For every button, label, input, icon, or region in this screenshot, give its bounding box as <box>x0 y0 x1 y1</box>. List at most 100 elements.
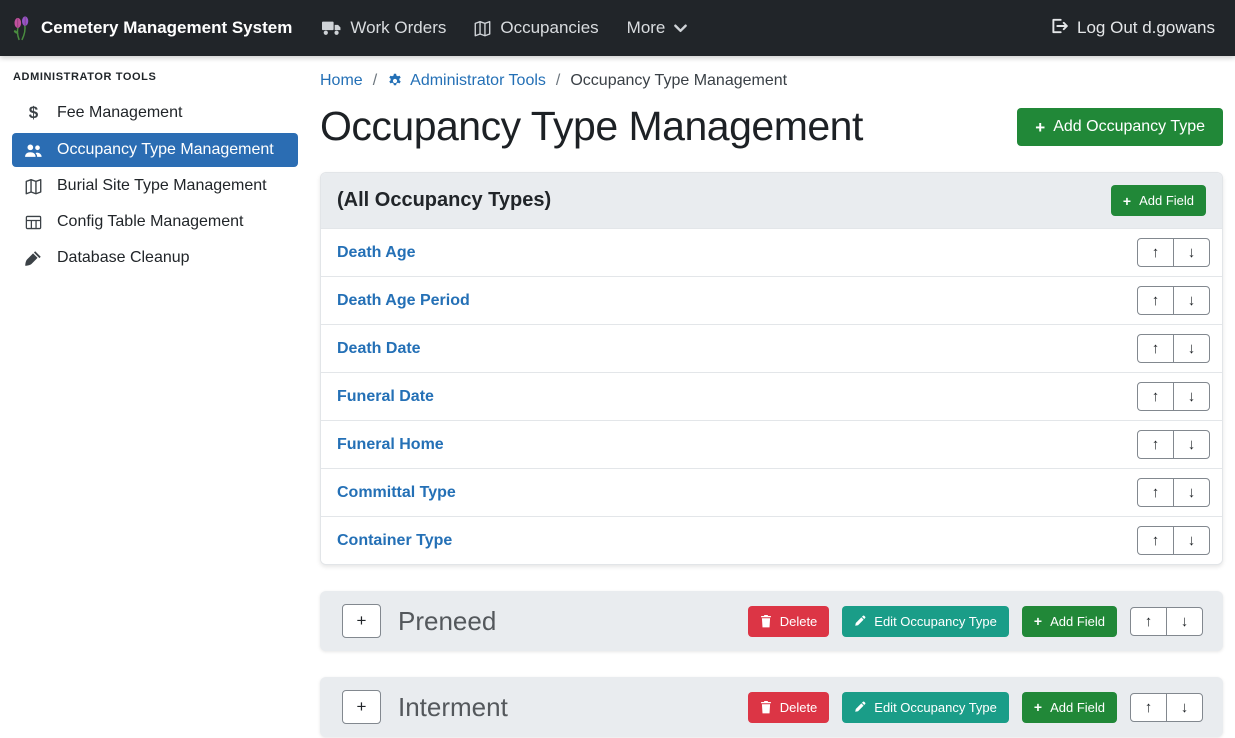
add-field-button[interactable]: + Add Field <box>1111 185 1206 216</box>
broom-icon <box>23 250 44 267</box>
move-up-button[interactable]: ↑ <box>1137 478 1174 507</box>
trash-icon <box>760 701 772 714</box>
edit-occupancy-type-button[interactable]: Edit Occupancy Type <box>842 606 1009 637</box>
sidebar-item-database-cleanup[interactable]: Database Cleanup <box>12 241 298 275</box>
arrow-up-icon: ↑ <box>1145 613 1153 630</box>
field-link-funeral-home[interactable]: Funeral Home <box>337 436 444 454</box>
chevron-down-icon <box>674 24 687 33</box>
page-layout: Administrator Tools $ Fee Management Occ… <box>0 56 1235 738</box>
expand-button[interactable]: + <box>342 604 381 638</box>
move-up-button[interactable]: ↑ <box>1137 526 1174 555</box>
move-up-button[interactable]: ↑ <box>1130 693 1167 722</box>
move-down-button[interactable]: ↓ <box>1173 238 1210 267</box>
map-icon <box>23 178 44 195</box>
reorder-group: ↑ ↓ <box>1137 334 1210 363</box>
all-occupancy-types-header: (All Occupancy Types) + Add Field <box>321 173 1222 228</box>
move-down-button[interactable]: ↓ <box>1173 478 1210 507</box>
nav-occupancies[interactable]: Occupancies <box>460 10 612 46</box>
app-brand[interactable]: Cemetery Management System <box>10 14 292 42</box>
reorder-group: ↑ ↓ <box>1137 286 1210 315</box>
nav-more-label: More <box>627 18 666 38</box>
sidebar-item-config-table-management[interactable]: Config Table Management <box>12 205 298 239</box>
move-down-button[interactable]: ↓ <box>1173 430 1210 459</box>
arrow-down-icon: ↓ <box>1188 484 1196 501</box>
field-row: Funeral Home ↑ ↓ <box>321 420 1222 468</box>
sidebar-item-burial-site-type-management[interactable]: Burial Site Type Management <box>12 169 298 203</box>
move-up-button[interactable]: ↑ <box>1130 607 1167 636</box>
arrow-down-icon: ↓ <box>1181 699 1189 716</box>
sidebar-item-label: Fee Management <box>57 104 182 122</box>
field-link-container-type[interactable]: Container Type <box>337 532 452 550</box>
arrow-up-icon: ↑ <box>1152 244 1160 261</box>
arrow-up-icon: ↑ <box>1152 532 1160 549</box>
panel-actions: Delete Edit Occupancy Type + Add Field <box>748 606 1203 637</box>
logout-link[interactable]: Log Out d.gowans <box>1050 17 1215 40</box>
move-down-button[interactable]: ↓ <box>1173 334 1210 363</box>
plus-icon: + <box>1034 614 1042 628</box>
breadcrumb-current: Occupancy Type Management <box>570 72 787 90</box>
all-occupancy-types-title: (All Occupancy Types) <box>337 189 551 212</box>
sidebar-item-occupancy-type-management[interactable]: Occupancy Type Management <box>12 133 298 167</box>
arrow-down-icon: ↓ <box>1188 532 1196 549</box>
breadcrumb: Home / Administrator Tools / Occupancy T… <box>320 72 1223 90</box>
add-field-button[interactable]: + Add Field <box>1022 692 1117 723</box>
add-field-label: Add Field <box>1139 193 1194 208</box>
arrow-down-icon: ↓ <box>1181 613 1189 630</box>
nav-work-orders[interactable]: Work Orders <box>308 10 460 46</box>
delete-button[interactable]: Delete <box>748 606 830 637</box>
table-icon <box>23 214 44 231</box>
delete-button[interactable]: Delete <box>748 692 830 723</box>
field-link-death-date[interactable]: Death Date <box>337 340 421 358</box>
add-field-button[interactable]: + Add Field <box>1022 606 1117 637</box>
add-occupancy-type-button[interactable]: + Add Occupancy Type <box>1017 108 1223 146</box>
move-up-button[interactable]: ↑ <box>1137 334 1174 363</box>
field-link-committal-type[interactable]: Committal Type <box>337 484 456 502</box>
field-link-death-age-period[interactable]: Death Age Period <box>337 292 470 310</box>
map-icon <box>474 20 491 37</box>
panel-actions: Delete Edit Occupancy Type + Add Field <box>748 692 1203 723</box>
reorder-group: ↑ ↓ <box>1130 607 1203 636</box>
move-down-button[interactable]: ↓ <box>1173 526 1210 555</box>
move-up-button[interactable]: ↑ <box>1137 238 1174 267</box>
expand-button[interactable]: + <box>342 690 381 724</box>
nav-occupancies-label: Occupancies <box>500 18 598 38</box>
panel-title: Preneed <box>398 606 496 637</box>
move-down-button[interactable]: ↓ <box>1166 607 1203 636</box>
sidebar-item-label: Occupancy Type Management <box>57 141 274 159</box>
move-down-button[interactable]: ↓ <box>1173 382 1210 411</box>
reorder-group: ↑ ↓ <box>1137 382 1210 411</box>
move-down-button[interactable]: ↓ <box>1173 286 1210 315</box>
arrow-down-icon: ↓ <box>1188 436 1196 453</box>
pencil-icon <box>854 701 866 713</box>
move-up-button[interactable]: ↑ <box>1137 286 1174 315</box>
move-down-button[interactable]: ↓ <box>1166 693 1203 722</box>
occupancy-type-panel-preneed: + Preneed Delete <box>320 591 1223 651</box>
field-row: Committal Type ↑ ↓ <box>321 468 1222 516</box>
field-link-death-age[interactable]: Death Age <box>337 244 416 262</box>
breadcrumb-admin-tools-link[interactable]: Administrator Tools <box>387 72 546 90</box>
edit-occupancy-type-button[interactable]: Edit Occupancy Type <box>842 692 1009 723</box>
breadcrumb-home-link[interactable]: Home <box>320 72 363 90</box>
all-occupancy-types-card: (All Occupancy Types) + Add Field Death … <box>320 172 1223 565</box>
nav-more[interactable]: More <box>613 10 702 46</box>
arrow-up-icon: ↑ <box>1152 340 1160 357</box>
field-row: Death Date ↑ ↓ <box>321 324 1222 372</box>
plus-icon: + <box>357 611 367 631</box>
logout-icon <box>1050 17 1068 40</box>
field-row: Funeral Date ↑ ↓ <box>321 372 1222 420</box>
field-link-funeral-date[interactable]: Funeral Date <box>337 388 434 406</box>
top-navbar: Cemetery Management System Work Orders <box>0 0 1235 56</box>
delete-label: Delete <box>780 700 818 715</box>
breadcrumb-separator: / <box>373 72 377 90</box>
reorder-group: ↑ ↓ <box>1137 478 1210 507</box>
sidebar-item-label: Config Table Management <box>57 213 244 231</box>
field-row: Death Age Period ↑ ↓ <box>321 276 1222 324</box>
app-title: Cemetery Management System <box>41 18 292 38</box>
sidebar-heading: Administrator Tools <box>13 71 298 83</box>
move-up-button[interactable]: ↑ <box>1137 382 1174 411</box>
sidebar-item-fee-management[interactable]: $ Fee Management <box>12 95 298 131</box>
move-up-button[interactable]: ↑ <box>1137 430 1174 459</box>
sidebar-item-label: Database Cleanup <box>57 249 190 267</box>
arrow-down-icon: ↓ <box>1188 388 1196 405</box>
reorder-group: ↑ ↓ <box>1137 430 1210 459</box>
